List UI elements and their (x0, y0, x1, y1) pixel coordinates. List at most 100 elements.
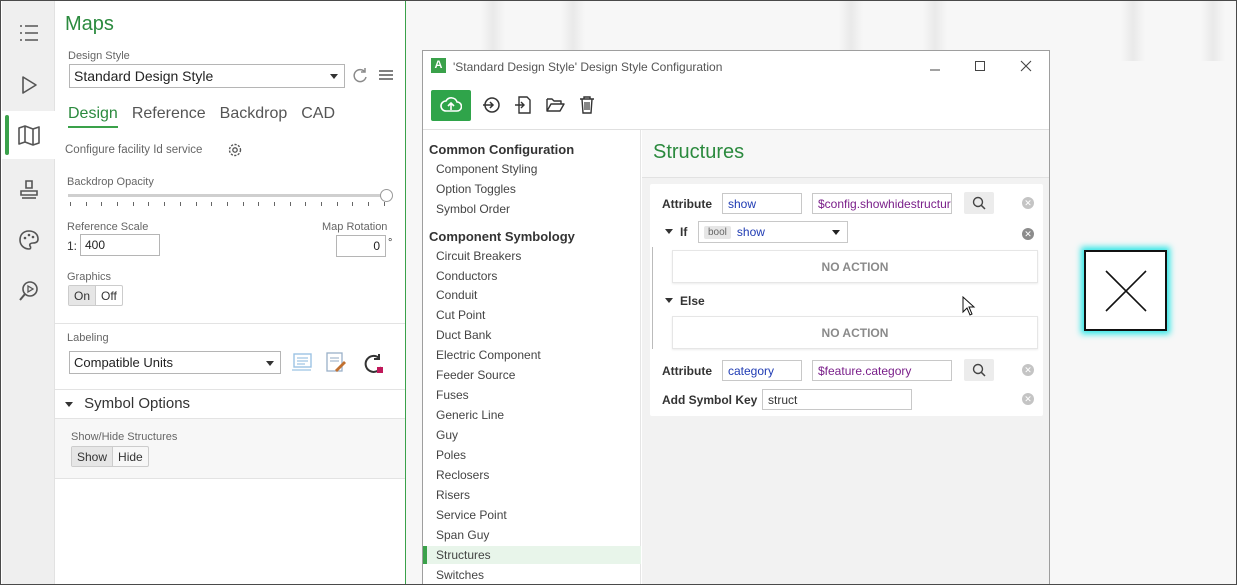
label-refresh-icon[interactable] (363, 353, 385, 378)
nav-item-cut-point[interactable]: Cut Point (423, 306, 641, 324)
attribute-name-field[interactable]: category (722, 360, 802, 381)
nav-item-structures[interactable]: Structures (423, 546, 641, 564)
folder-open-icon[interactable] (543, 93, 567, 117)
export-file-icon[interactable] (511, 93, 535, 117)
search-button[interactable] (964, 192, 994, 214)
tab-reference[interactable]: Reference (132, 105, 206, 128)
tab-design[interactable]: Design (68, 105, 118, 128)
mouse-cursor-icon (962, 295, 976, 319)
symbol-key-field[interactable]: struct (762, 389, 912, 410)
graphics-off-button[interactable]: Off (96, 286, 122, 305)
facility-label: Configure facility Id service (65, 144, 203, 156)
minimize-button[interactable] (920, 55, 950, 77)
remove-symbol-key-icon[interactable]: ✕ (1022, 393, 1034, 405)
if-condition-select[interactable]: bool show (698, 221, 848, 243)
remove-attribute-icon[interactable]: ✕ (1022, 364, 1034, 376)
attribute-name-field[interactable]: show (722, 193, 802, 214)
upload-button[interactable] (431, 89, 471, 121)
close-icon (1104, 269, 1147, 312)
attribute-expression-field[interactable]: $config.showhidestructur (812, 193, 952, 214)
reference-scale-prefix: 1: (67, 239, 78, 253)
close-overlay-button[interactable] (1084, 250, 1167, 331)
import-icon[interactable] (479, 93, 503, 117)
nav-item-feeder-source[interactable]: Feeder Source (423, 366, 641, 384)
close-button[interactable] (1011, 55, 1041, 77)
cloud-upload-icon (440, 97, 462, 112)
map-icon[interactable] (2, 111, 55, 159)
symbol-options-title: Symbol Options (84, 395, 191, 412)
nav-item-conduit[interactable]: Conduit (423, 286, 641, 304)
reference-scale-input[interactable]: 400 (80, 234, 160, 256)
show-button[interactable]: Show (72, 447, 114, 466)
tab-backdrop[interactable]: Backdrop (220, 105, 288, 128)
search-location-icon[interactable] (2, 267, 55, 315)
symbol-options-body: Show/Hide Structures Show Hide (55, 419, 405, 479)
nav-item-circuit-breakers[interactable]: Circuit Breakers (423, 247, 641, 265)
attribute-expression-field[interactable]: $feature.category (812, 360, 952, 381)
if-no-action[interactable]: NO ACTION (672, 250, 1038, 283)
nav-item-generic-line[interactable]: Generic Line (423, 406, 641, 424)
nav-item-risers[interactable]: Risers (423, 486, 641, 504)
nav-item-reclosers[interactable]: Reclosers (423, 466, 641, 484)
map-rotation-label: Map Rotation (322, 221, 388, 233)
search-icon (972, 196, 986, 210)
nav-item-poles[interactable]: Poles (423, 446, 641, 464)
graphics-on-button[interactable]: On (69, 286, 97, 305)
nav-item-span-guy[interactable]: Span Guy (423, 526, 641, 544)
nav-item-option-toggles[interactable]: Option Toggles (423, 180, 641, 198)
label-edit-icon[interactable] (325, 351, 347, 376)
stamp-icon[interactable] (2, 165, 55, 213)
remove-attribute-icon[interactable]: ✕ (1022, 197, 1034, 209)
maximize-button[interactable] (965, 55, 995, 77)
nav-item-electric-component[interactable]: Electric Component (423, 346, 641, 364)
search-button[interactable] (964, 359, 994, 381)
symbol-options-header[interactable]: Symbol Options (55, 389, 405, 419)
design-tabs: Design Reference Backdrop CAD (68, 105, 335, 128)
content-title: Structures (653, 141, 745, 163)
map-rotation-unit: ° (388, 237, 393, 249)
palette-icon[interactable] (2, 216, 55, 264)
nav-item-switches[interactable]: Switches (423, 566, 641, 584)
remove-condition-icon[interactable]: ✕ (1022, 228, 1034, 240)
label-list-icon[interactable] (291, 352, 313, 375)
chevron-down-icon (665, 229, 673, 234)
hide-button[interactable]: Hide (113, 447, 148, 466)
background-stripe (1201, 1, 1225, 61)
design-style-select[interactable]: Standard Design Style (69, 64, 345, 88)
structures-config: Structures Attribute show $config.showhi… (642, 130, 1049, 584)
chevron-down-icon (832, 230, 840, 235)
map-rotation-input[interactable]: 0 (336, 235, 386, 257)
if-label: If (680, 225, 688, 239)
backdrop-opacity-label: Backdrop Opacity (67, 176, 154, 188)
opacity-slider-track[interactable] (68, 194, 386, 197)
refresh-icon[interactable] (351, 66, 369, 87)
app-icon: A (431, 58, 446, 73)
search-icon (972, 363, 986, 377)
else-no-action[interactable]: NO ACTION (672, 316, 1038, 349)
attribute-label: Attribute (662, 364, 712, 378)
dialog-toolbar (431, 89, 599, 121)
menu-icon[interactable] (379, 69, 393, 84)
design-style-value: Standard Design Style (74, 68, 214, 84)
nav-item-symbol-order[interactable]: Symbol Order (423, 200, 641, 218)
nav-item-conductors[interactable]: Conductors (423, 267, 641, 285)
trash-icon[interactable] (575, 93, 599, 117)
nav-group-symbology: Component Symbology (429, 229, 575, 244)
opacity-slider-handle[interactable] (380, 189, 393, 202)
list-icon[interactable] (2, 9, 55, 57)
tab-cad[interactable]: CAD (301, 105, 335, 128)
play-icon[interactable] (2, 61, 55, 109)
nav-item-component-styling[interactable]: Component Styling (423, 160, 641, 178)
labeling-select[interactable]: Compatible Units (69, 351, 281, 374)
nav-item-guy[interactable]: Guy (423, 426, 641, 444)
gear-icon[interactable] (227, 142, 243, 161)
nav-item-service-point[interactable]: Service Point (423, 506, 641, 524)
graphics-toggle: On Off (68, 285, 123, 306)
nav-item-fuses[interactable]: Fuses (423, 386, 641, 404)
show-hide-toggle: Show Hide (71, 446, 149, 467)
rule-card: Attribute show $config.showhidestructur … (650, 184, 1043, 416)
labeling-value: Compatible Units (74, 355, 173, 370)
nav-item-duct-bank[interactable]: Duct Bank (423, 326, 641, 344)
symbol-key-label: Add Symbol Key (662, 393, 758, 407)
background-stripe (1121, 1, 1145, 61)
